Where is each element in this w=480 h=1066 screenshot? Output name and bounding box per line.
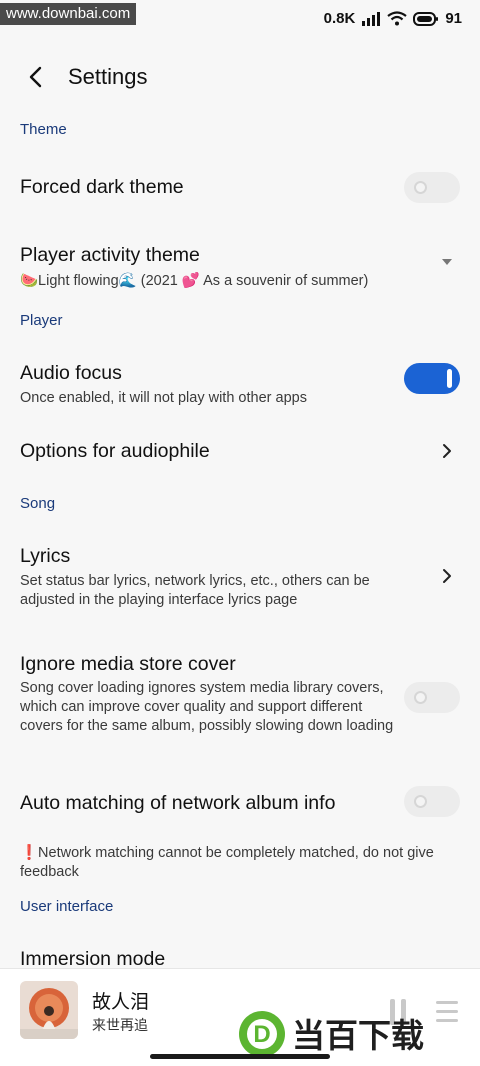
song-title: 故人泪 (92, 992, 150, 1013)
battery-icon (413, 11, 439, 26)
watermark: www.downbai.com (0, 3, 137, 25)
setting-lyrics[interactable]: Lyrics Set status bar lyrics, network ly… (0, 535, 480, 615)
setting-value: 🍉Light flowing🌊 (2021 💕 As a souvenir of… (20, 273, 369, 289)
toggle-knob (414, 795, 427, 808)
setting-title: Player activity theme (20, 244, 200, 266)
battery-level: 91 (445, 10, 462, 27)
setting-title: Auto matching of network album info (20, 792, 336, 814)
album-art[interactable] (20, 981, 78, 1039)
setting-title: Ignore media store cover (20, 653, 236, 675)
setting-title: Options for audiophile (20, 440, 210, 462)
back-arrow-icon (29, 66, 42, 88)
toggle-knob (447, 369, 452, 388)
setting-auto-matching-album-info[interactable]: Auto matching of network album info (0, 782, 480, 822)
album-art-image (20, 981, 78, 1039)
setting-description: Song cover loading ignores system media … (20, 680, 394, 734)
setting-title: Immersion mode (20, 948, 166, 968)
setting-title: Audio focus (20, 362, 122, 384)
setting-title: Forced dark theme (20, 176, 184, 198)
status-icons: 0.8K 91 (324, 10, 462, 27)
status-bar: www.downbai.com 0.8K 91 (0, 0, 480, 40)
setting-description: Set status bar lyrics, network lyrics, e… (20, 573, 370, 608)
setting-audio-focus[interactable]: Audio focus Once enabled, it will not pl… (0, 352, 480, 412)
setting-player-activity-theme[interactable]: Player activity theme 🍉Light flowing🌊 (2… (0, 236, 480, 300)
network-matching-note: ❗Network matching cannot be completely m… (20, 845, 434, 880)
toggle-knob (414, 181, 427, 194)
chevron-right-icon (443, 569, 451, 583)
setting-immersion-mode[interactable]: Immersion mode (0, 938, 480, 968)
toggle-knob (414, 691, 427, 704)
section-header-song: Song (20, 495, 56, 512)
svg-text:当百下载: 当百下载 (292, 1016, 424, 1055)
audio-focus-toggle[interactable] (404, 363, 460, 394)
setting-ignore-media-store-cover[interactable]: Ignore media store cover Song cover load… (0, 643, 480, 759)
setting-forced-dark-theme[interactable]: Forced dark theme (0, 160, 480, 216)
forced-dark-theme-toggle[interactable] (404, 172, 460, 203)
dropdown-arrow-icon (442, 259, 452, 265)
app-bar: Settings (0, 52, 480, 102)
home-indicator[interactable] (150, 1054, 330, 1059)
signal-icon (362, 11, 381, 26)
section-header-player: Player (20, 312, 63, 329)
svg-text:D: D (253, 1021, 270, 1048)
chevron-right-icon (443, 444, 451, 458)
setting-options-audiophile[interactable]: Options for audiophile (0, 430, 480, 474)
page-title: Settings (68, 64, 148, 89)
section-header-user-interface: User interface (20, 898, 114, 915)
back-button[interactable] (20, 62, 50, 92)
ignore-media-store-cover-toggle[interactable] (404, 682, 460, 713)
auto-matching-album-info-toggle[interactable] (404, 786, 460, 817)
mini-player[interactable]: 故人泪 来世再追 D 当百下载 (0, 968, 480, 1066)
song-artist: 来世再追 (92, 1017, 148, 1033)
section-header-theme: Theme (20, 121, 67, 138)
wifi-icon (387, 11, 407, 26)
brand-logo: D 当百下载 (239, 1011, 424, 1057)
setting-description: Once enabled, it will not play with othe… (20, 390, 307, 406)
network-speed: 0.8K (323, 10, 356, 27)
setting-title: Lyrics (20, 545, 71, 567)
